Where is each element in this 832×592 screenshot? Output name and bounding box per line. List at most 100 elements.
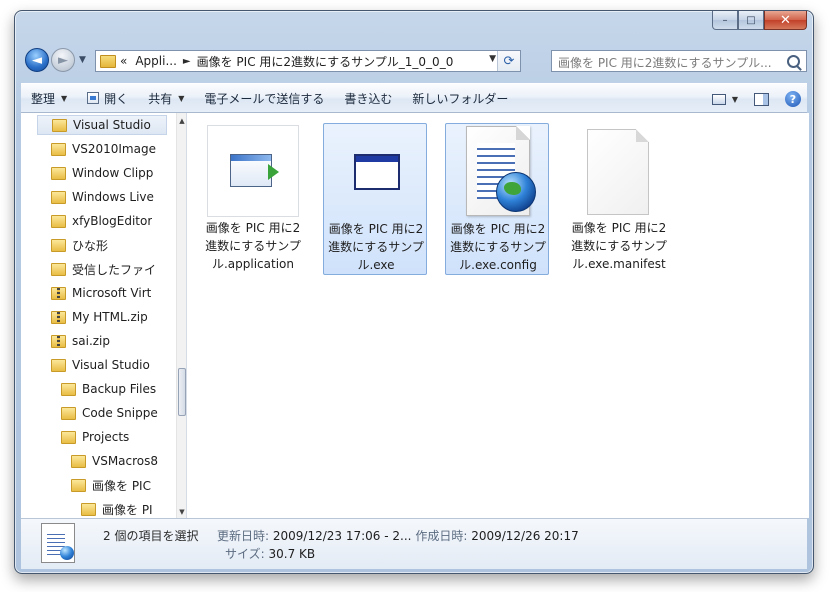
folder-icon — [51, 190, 66, 204]
size-label: サイズ: — [225, 547, 265, 561]
scroll-down-icon[interactable]: ▼ — [177, 508, 186, 516]
preview-pane-icon[interactable] — [754, 92, 769, 106]
tree-item-label: Backup Files — [82, 382, 157, 396]
tree-item-label: xfyBlogEditor — [72, 214, 153, 228]
scroll-up-icon[interactable]: ▲ — [177, 117, 186, 125]
open-label: 開く — [104, 91, 129, 106]
maximize-button[interactable]: □ — [738, 11, 764, 30]
folder-icon — [71, 478, 86, 492]
tree-item-label: Windows Live — [72, 190, 154, 204]
tree-item-label: Code Snippe — [82, 406, 158, 420]
folder-icon — [51, 166, 66, 180]
tree-item[interactable]: Microsoft Virt — [51, 283, 176, 303]
tree-item[interactable]: sai.zip — [51, 331, 176, 351]
tree-item[interactable]: xfyBlogEditor — [51, 211, 176, 231]
tree-item[interactable]: Code Snippe — [61, 403, 176, 423]
folder-icon — [51, 214, 66, 228]
forward-button[interactable]: ► — [51, 48, 75, 72]
zip-folder-icon — [51, 310, 66, 324]
breadcrumb-overflow[interactable]: « — [120, 54, 127, 68]
size-row: サイズ: 30.7 KB — [225, 545, 315, 562]
zip-folder-icon — [51, 334, 66, 348]
file-item-application[interactable]: 画像を PIC 用に2進数にするサンプル.application — [201, 123, 305, 275]
folder-icon — [100, 54, 116, 68]
file-item-manifest[interactable]: 画像を PIC 用に2進数にするサンプル.exe.manifest — [567, 123, 671, 275]
file-name: 画像を PIC 用に2進数にするサンプル.exe.manifest — [571, 221, 667, 271]
breadcrumb-applications[interactable]: Appli... — [135, 54, 177, 68]
tree-item[interactable]: 画像を PIC — [71, 475, 176, 495]
minimize-button[interactable]: – — [712, 11, 738, 30]
breadcrumb-separator-icon[interactable]: ► — [183, 56, 191, 67]
size-value: 30.7 KB — [268, 547, 316, 561]
selection-count: 2 個の項目を選択 — [103, 529, 199, 543]
folder-icon — [81, 502, 96, 516]
manifest-icon — [573, 125, 665, 217]
organize-label: 整理 — [31, 91, 56, 106]
tree-item-label: 画像を PI — [102, 502, 153, 517]
tree-item-label: Visual Studio — [73, 118, 151, 132]
tree-item[interactable]: 画像を PI — [81, 499, 176, 518]
globe-icon — [496, 172, 536, 212]
share-button[interactable]: 共有 ▼ — [138, 86, 194, 110]
folder-icon — [61, 406, 76, 420]
organize-button[interactable]: 整理 ▼ — [21, 86, 77, 110]
change-view-icon[interactable] — [711, 93, 726, 105]
folder-icon — [51, 358, 66, 372]
tree-item[interactable]: Visual Studio — [51, 355, 176, 375]
share-label: 共有 — [148, 91, 173, 106]
application-icon — [207, 125, 299, 217]
help-icon[interactable]: ? — [785, 91, 801, 107]
tree-item[interactable]: 受信したファイ — [51, 259, 176, 279]
tree-item[interactable]: My HTML.zip — [51, 307, 176, 327]
back-button[interactable]: ◄ — [25, 48, 49, 72]
created-value: 2009/12/26 20:17 — [471, 529, 579, 543]
open-icon — [87, 92, 100, 104]
burn-button[interactable]: 書き込む — [334, 86, 402, 110]
scrollbar-thumb[interactable] — [178, 368, 186, 416]
tree-item[interactable]: VS2010Image — [51, 139, 176, 159]
details-pane: 2 個の項目を選択 更新日時: 2009/12/23 17:06 - 2... … — [21, 518, 807, 569]
modified-label: 更新日時: — [217, 529, 270, 543]
recent-pages-button[interactable]: ▼ — [79, 55, 86, 65]
file-name: 画像を PIC 用に2進数にするサンプル.exe — [328, 222, 424, 272]
config-icon — [452, 126, 544, 218]
zip-folder-icon — [51, 286, 66, 300]
address-dropdown-icon[interactable]: ▼ — [489, 54, 496, 64]
tree-item[interactable]: Projects — [61, 427, 176, 447]
address-bar[interactable]: « Appli... ► 画像を PIC 用に2進数にするサンプル_1_0_0_… — [95, 50, 521, 72]
folder-icon — [61, 382, 76, 396]
folder-icon — [51, 142, 66, 156]
tree-item-label: Window Clipp — [72, 166, 154, 180]
tree-item-label: Visual Studio — [72, 358, 150, 372]
tree-item[interactable]: VSMacros8 — [71, 451, 176, 471]
close-button[interactable]: ✕ — [764, 11, 807, 30]
search-input[interactable]: 画像を PIC 用に2進数にするサンプル... — [551, 50, 807, 72]
open-button[interactable]: 開く — [77, 86, 138, 110]
tree-item-label: sai.zip — [72, 334, 111, 348]
file-item-config[interactable]: 画像を PIC 用に2進数にするサンプル.exe.config — [445, 123, 549, 275]
refresh-button[interactable]: ⟳ — [497, 51, 520, 71]
caption-buttons: – □ ✕ — [712, 11, 807, 31]
folder-icon — [52, 118, 67, 132]
email-label: 電子メールで送信する — [204, 91, 325, 106]
tree-item[interactable]: Visual Studio — [37, 115, 167, 135]
tree-item[interactable]: Window Clipp — [51, 163, 176, 183]
tree-item-label: 受信したファイ — [72, 262, 157, 277]
navigation-pane: Visual Studio VS2010Image Window Clipp W… — [21, 113, 187, 518]
breadcrumb-current-folder[interactable]: 画像を PIC 用に2進数にするサンプル_1_0_0_0 — [197, 53, 454, 70]
tree-item[interactable]: Windows Live — [51, 187, 176, 207]
folder-icon — [61, 430, 76, 444]
arrow-shape — [268, 164, 279, 180]
email-button[interactable]: 電子メールで送信する — [194, 86, 334, 110]
chevron-down-icon[interactable]: ▼ — [732, 95, 738, 104]
tree-scrollbar[interactable]: ▲ ▼ — [176, 113, 186, 518]
forward-arrow-icon: ► — [58, 52, 68, 68]
new-folder-button[interactable]: 新しいフォルダー — [402, 86, 518, 110]
tree-item-label: VSMacros8 — [92, 454, 159, 468]
file-item-exe[interactable]: 画像を PIC 用に2進数にするサンプル.exe — [323, 123, 427, 275]
tree-item[interactable]: ひな形 — [51, 235, 176, 255]
search-icon[interactable] — [787, 55, 800, 68]
refresh-icon: ⟳ — [503, 53, 515, 69]
file-name: 画像を PIC 用に2進数にするサンプル.exe.config — [450, 222, 546, 272]
tree-item[interactable]: Backup Files — [61, 379, 176, 399]
